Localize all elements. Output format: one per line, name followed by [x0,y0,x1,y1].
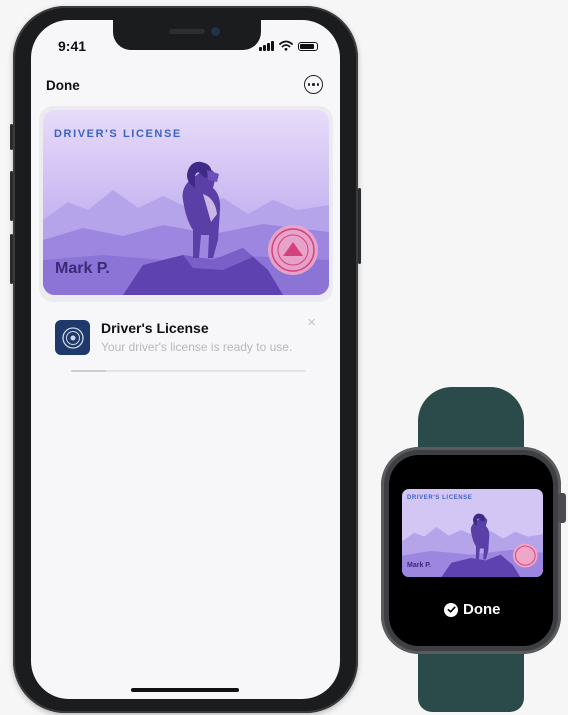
drivers-license-card[interactable]: DRIVER'S LICENSE Mark P. [43,110,329,295]
card-holder-name: Mark P. [55,260,110,277]
more-icon[interactable] [304,75,323,94]
battery-icon [298,42,318,51]
watch-screen: DRIVER'S LICENSE Mark P. Done [389,455,553,646]
notch [113,20,261,50]
done-button[interactable]: Done [46,78,80,93]
iphone-device: 9:41 Done DRIVER'S LICENSE Mark P. Drive… [10,6,361,713]
watch-done-button[interactable]: Done [444,601,501,618]
status-icons [259,40,318,51]
state-seal-icon [268,225,318,275]
volume-down-button [10,234,13,284]
card-title: DRIVER'S LICENSE [54,128,182,140]
watch-band-bottom [418,648,524,712]
license-card-container: DRIVER'S LICENSE Mark P. [39,106,333,302]
digital-crown[interactable] [558,493,566,523]
status-time: 9:41 [58,38,87,54]
close-icon[interactable]: ✕ [307,316,316,329]
notification-app-icon [55,320,90,355]
watch-card-title: DRIVER'S LICENSE [407,495,473,501]
watch-band-top [418,387,524,453]
side-button [358,188,361,264]
state-seal-icon [61,326,84,349]
setup-progress-fill [71,370,107,372]
signal-icon [259,41,274,51]
wifi-icon [279,40,293,51]
checkmark-icon [444,602,458,617]
phone-screen: 9:41 Done DRIVER'S LICENSE Mark P. Drive… [31,20,340,699]
mute-switch [10,124,13,150]
setup-progress-bar [71,370,306,372]
watch-done-label: Done [463,601,501,618]
notification-body: Your driver's license is ready to use. [101,340,293,354]
watch-card-holder-name: Mark P. [407,562,431,569]
notification-title: Driver's License [101,320,209,336]
volume-up-button [10,171,13,221]
watch-license-card[interactable]: DRIVER'S LICENSE Mark P. [402,489,543,577]
home-indicator[interactable] [131,688,239,692]
